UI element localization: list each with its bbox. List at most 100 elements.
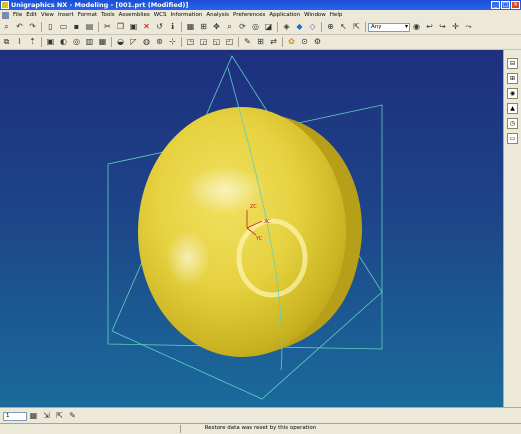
- render-style-icon[interactable]: ◈: [281, 22, 292, 33]
- separator: [41, 22, 42, 32]
- intersect-icon[interactable]: ◱: [211, 37, 222, 48]
- menu-application[interactable]: Application: [267, 12, 302, 18]
- status-bar: Restore data was reset by this operation: [0, 423, 521, 434]
- menu-edit[interactable]: Edit: [24, 12, 39, 18]
- blend-icon[interactable]: ◒: [115, 37, 126, 48]
- undo-icon[interactable]: ↺: [154, 22, 165, 33]
- graphics-window[interactable]: ZC XC YC: [0, 50, 503, 407]
- unite-icon[interactable]: ◳: [185, 37, 196, 48]
- part-navigator-icon[interactable]: ⊞: [507, 73, 518, 84]
- coordinate-arrow-icon[interactable]: ✛: [450, 22, 461, 33]
- menu-wcs[interactable]: WCS: [152, 12, 169, 18]
- wcs-y-label: YC: [255, 236, 263, 242]
- minimize-button[interactable]: _: [491, 1, 500, 9]
- menu-file[interactable]: File: [11, 12, 24, 18]
- cut-icon[interactable]: ✂: [102, 22, 113, 33]
- pocket-icon[interactable]: ▦: [97, 37, 108, 48]
- wcs-z-label: ZC: [250, 204, 257, 210]
- dome-solid[interactable]: [138, 107, 346, 357]
- refresh-icon[interactable]: ◎: [250, 22, 261, 33]
- filter-option-icon[interactable]: ◉: [411, 22, 422, 33]
- feature-params-icon[interactable]: ⊞: [255, 37, 266, 48]
- extrude-icon[interactable]: ▣: [45, 37, 56, 48]
- menu-assemblies[interactable]: Assemblies: [117, 12, 152, 18]
- selection-cursor-icon[interactable]: ⇱: [351, 22, 362, 33]
- assembly-navigator-icon[interactable]: ⊟: [507, 58, 518, 69]
- print-icon[interactable]: ▤: [84, 22, 95, 33]
- shaded-icon[interactable]: ◆: [294, 22, 305, 33]
- menu-window[interactable]: Window: [302, 12, 328, 18]
- object-display-icon[interactable]: ⊙: [299, 37, 310, 48]
- trim-body-icon[interactable]: ◰: [224, 37, 235, 48]
- menu-help[interactable]: Help: [328, 12, 345, 18]
- history-icon[interactable]: ◷: [507, 118, 518, 129]
- separator: [181, 37, 182, 47]
- separator: [181, 22, 182, 32]
- revolve-icon[interactable]: ◐: [58, 37, 69, 48]
- datum-icon[interactable]: ⇡: [27, 37, 38, 48]
- training-icon[interactable]: ▲: [507, 103, 518, 114]
- delete-icon[interactable]: ✕: [141, 22, 152, 33]
- separator: [41, 37, 42, 47]
- menu-insert[interactable]: Insert: [56, 12, 76, 18]
- hole-icon[interactable]: ◎: [71, 37, 82, 48]
- document-menu-icon[interactable]: [2, 11, 9, 19]
- separator: [98, 22, 99, 32]
- zoom-icon[interactable]: ⌕: [1, 22, 12, 33]
- pattern-icon[interactable]: ⊹: [167, 37, 178, 48]
- select-icon[interactable]: ↖: [338, 22, 349, 33]
- view-orient-icon[interactable]: ◪: [263, 22, 274, 33]
- standard-toolbar: ⌕ ↶ ↷ ▯ ▭ ▪ ▤ ✂ ❐ ▣ ✕ ↺ ℹ ▦ ⊞ ✥ ⌕ ⟳ ◎ ◪ …: [0, 20, 521, 35]
- cube-icon[interactable]: ◇: [307, 22, 318, 33]
- pan-icon[interactable]: ✥: [211, 22, 222, 33]
- maximize-button[interactable]: □: [501, 1, 510, 9]
- web-browser-icon[interactable]: ◉: [507, 88, 518, 99]
- filter-undo-icon[interactable]: ↩: [424, 22, 435, 33]
- type-filter-dropdown[interactable]: Any: [368, 22, 410, 32]
- menu-format[interactable]: Format: [76, 12, 99, 18]
- menu-preferences[interactable]: Preferences: [231, 12, 267, 18]
- new-file-icon[interactable]: ▯: [45, 22, 56, 33]
- edit-object-icon[interactable]: ✎: [67, 411, 78, 422]
- select-all-icon[interactable]: ⇲: [41, 411, 52, 422]
- fit-view-icon[interactable]: ▦: [185, 22, 196, 33]
- graph-icon[interactable]: ⤳: [463, 22, 474, 33]
- resource-bar: ⊟ ⊞ ◉ ▲ ◷ ▭: [503, 50, 521, 407]
- work-layer-field[interactable]: 1: [3, 411, 27, 421]
- paste-icon[interactable]: ▣: [128, 22, 139, 33]
- shell-icon[interactable]: ◍: [141, 37, 152, 48]
- boss-icon[interactable]: ▥: [84, 37, 95, 48]
- open-file-icon[interactable]: ▭: [58, 22, 69, 33]
- zoom-window-icon[interactable]: ⊞: [198, 22, 209, 33]
- window-title: Unigraphics NX - Modeling - [001.prt (Mo…: [11, 1, 189, 9]
- snap-point-icon[interactable]: ⊕: [325, 22, 336, 33]
- edit-feature-icon[interactable]: ✎: [242, 37, 253, 48]
- menu-analysis[interactable]: Analysis: [204, 12, 231, 18]
- filter-redo-icon[interactable]: ↪: [437, 22, 448, 33]
- model-view: ZC XC YC: [107, 55, 383, 400]
- class-selection-icon[interactable]: ⇱: [54, 411, 65, 422]
- undo-view-icon[interactable]: ↶: [14, 22, 25, 33]
- info-icon[interactable]: ℹ: [167, 22, 178, 33]
- save-icon[interactable]: ▪: [71, 22, 82, 33]
- copy-icon[interactable]: ❐: [115, 22, 126, 33]
- sketch-icon[interactable]: ⧉: [1, 37, 12, 48]
- menu-view[interactable]: View: [39, 12, 56, 18]
- menu-information[interactable]: Information: [169, 12, 205, 18]
- move-feature-icon[interactable]: ⇄: [268, 37, 279, 48]
- palette-icon[interactable]: ✿: [286, 37, 297, 48]
- subtract-icon[interactable]: ◲: [198, 37, 209, 48]
- rotate-icon[interactable]: ⟳: [237, 22, 248, 33]
- zoom-in-icon[interactable]: ⌕: [224, 22, 235, 33]
- window-controls: _ □ ×: [491, 1, 520, 9]
- curve-icon[interactable]: ⌇: [14, 37, 25, 48]
- dome-left-glint: [166, 230, 210, 286]
- system-materials-icon[interactable]: ▭: [507, 133, 518, 144]
- close-button[interactable]: ×: [511, 1, 520, 9]
- redo-view-icon[interactable]: ↷: [27, 22, 38, 33]
- menu-tools[interactable]: Tools: [99, 12, 117, 18]
- thread-icon[interactable]: ⊛: [154, 37, 165, 48]
- chamfer-icon[interactable]: ◸: [128, 37, 139, 48]
- layer-settings-icon[interactable]: ▦: [28, 411, 39, 422]
- settings-icon[interactable]: ⚙: [312, 37, 323, 48]
